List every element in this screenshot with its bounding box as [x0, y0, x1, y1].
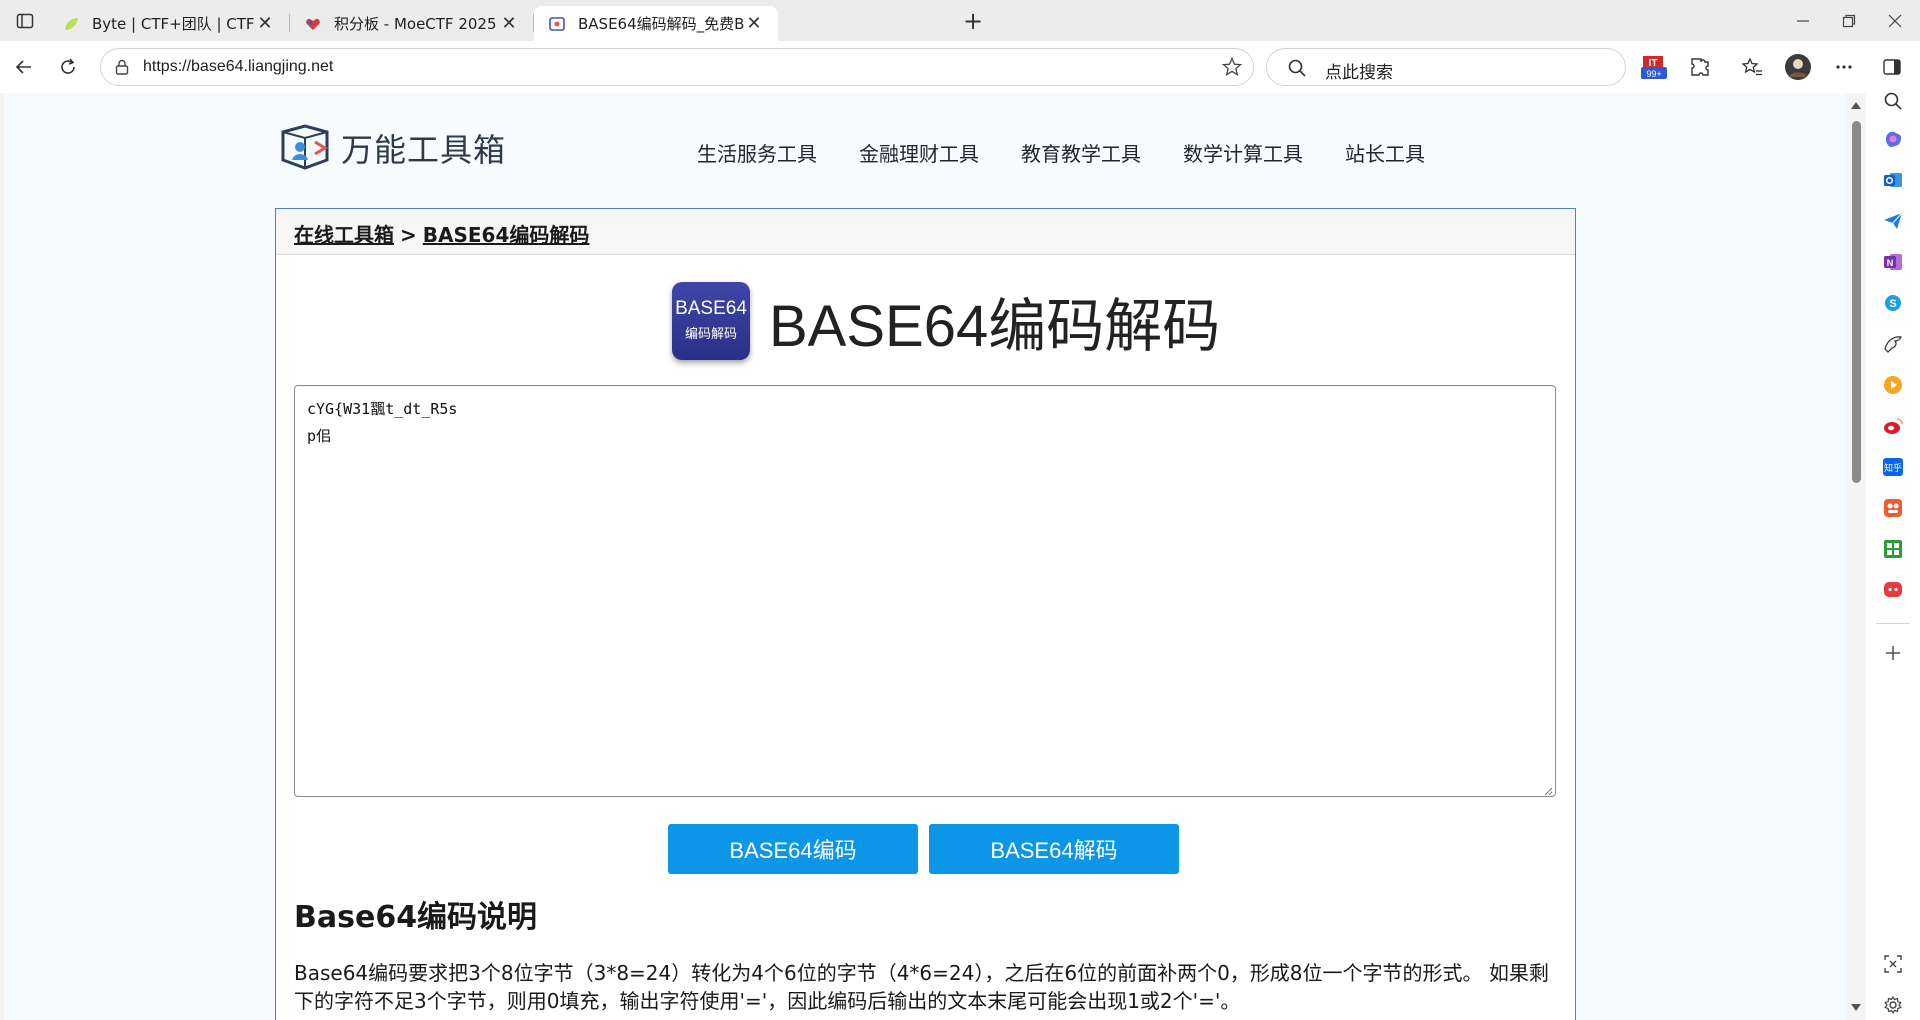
back-button[interactable]: [8, 51, 40, 83]
favorites-icon[interactable]: [1738, 53, 1766, 81]
scrollbar-thumb[interactable]: [1852, 121, 1861, 483]
chat-app-icon[interactable]: [1879, 576, 1907, 604]
address-bar[interactable]: https://base64.liangjing.net: [100, 48, 1254, 86]
refresh-icon: [61, 58, 75, 74]
tab-moectf[interactable]: 积分板 - MoeCTF 2025 ✕: [290, 6, 534, 41]
close-icon[interactable]: ✕: [255, 13, 275, 34]
page-header: BASE64 编码解码 BASE64编码解码: [672, 279, 1220, 363]
nav-math[interactable]: 数学计算工具: [1183, 138, 1303, 167]
it-news-extension-icon[interactable]: IT 99+: [1640, 53, 1668, 81]
eagle-icon[interactable]: [1879, 330, 1907, 358]
add-sidebar-app-icon[interactable]: [1879, 639, 1907, 667]
page-scrollbar[interactable]: [1846, 93, 1866, 1020]
nav-finance[interactable]: 金融理财工具: [859, 138, 979, 167]
url-text: https://base64.liangjing.net: [143, 58, 334, 75]
game-icon[interactable]: [1879, 494, 1907, 522]
section-text: Base64编码要求把3个8位字节（3*8=24）转化为4个6位的字节（4*6=…: [294, 961, 1549, 1013]
minimize-button[interactable]: [1780, 0, 1826, 41]
tab-strip: Byte | CTF+团队 | CTF+ ✕ 积分板 - MoeCTF 2025…: [0, 0, 1920, 41]
site-logo[interactable]: 万能工具箱: [275, 120, 506, 176]
onenote-icon[interactable]: N: [1879, 248, 1907, 276]
new-tab-button[interactable]: +: [958, 6, 988, 36]
tab-byte[interactable]: Byte | CTF+团队 | CTF+ ✕: [48, 6, 290, 41]
breadcrumb-separator: >: [400, 223, 417, 247]
breadcrumb: 在线工具箱 > BASE64编码解码: [276, 209, 1575, 255]
zhihu-icon[interactable]: 知乎: [1879, 453, 1907, 481]
skype-icon[interactable]: S: [1879, 289, 1907, 317]
tab-title: BASE64编码解码_免费Base64在线: [578, 15, 744, 33]
logo-text: 万能工具箱: [341, 131, 507, 169]
breadcrumb-home-link[interactable]: 在线工具箱: [294, 223, 394, 247]
favorite-star-icon[interactable]: [1221, 56, 1243, 78]
profile-avatar[interactable]: [1784, 53, 1812, 81]
badge-line1: BASE64: [675, 298, 747, 319]
refresh-button[interactable]: [52, 51, 84, 83]
restore-button[interactable]: [1826, 0, 1872, 41]
weibo-icon[interactable]: [1879, 412, 1907, 440]
badge-line2: 编码解码: [684, 327, 737, 342]
nav-webmaster[interactable]: 站长工具: [1345, 138, 1425, 167]
base64-badge-icon: BASE64 编码解码: [672, 282, 750, 360]
more-options-icon[interactable]: [1830, 53, 1858, 81]
tab-base64[interactable]: BASE64编码解码_免费Base64在线 ✕: [534, 6, 778, 41]
search-icon: [1288, 59, 1306, 77]
site-nav: 生活服务工具 金融理财工具 教育教学工具 数学计算工具 站长工具: [697, 138, 1467, 167]
outlook-icon[interactable]: [1879, 166, 1907, 194]
arrow-left-icon: [15, 60, 31, 74]
sidebar-search-icon[interactable]: [1879, 87, 1907, 115]
send-icon[interactable]: [1879, 207, 1907, 235]
input-textarea[interactable]: cYG{W31飁t_dt_R5s p佀: [294, 385, 1556, 797]
page-title: BASE64编码解码: [769, 294, 1221, 359]
tab-actions-icon[interactable]: [10, 6, 40, 36]
search-placeholder: 点此搜索: [1325, 63, 1393, 83]
breadcrumb-current-link[interactable]: BASE64编码解码: [423, 223, 590, 247]
grid-app-icon[interactable]: [1879, 535, 1907, 563]
nav-life-services[interactable]: 生活服务工具: [697, 138, 817, 167]
scroll-down-icon[interactable]: [1851, 1004, 1861, 1011]
sidebar-divider: [1876, 623, 1910, 624]
encode-button[interactable]: BASE64编码: [668, 824, 918, 874]
toolbox-icon: [549, 16, 565, 31]
decode-button[interactable]: BASE64解码: [929, 824, 1179, 874]
leaf-icon: [65, 17, 78, 30]
toolbox-logo-icon: [281, 124, 329, 170]
resize-grip-icon[interactable]: [1543, 786, 1553, 796]
nav-education[interactable]: 教育教学工具: [1021, 138, 1141, 167]
tab-title: Byte | CTF+团队 | CTF+: [92, 15, 255, 33]
close-window-button[interactable]: [1872, 0, 1918, 41]
video-icon[interactable]: [1879, 371, 1907, 399]
svg-text:知乎: 知乎: [1884, 462, 1902, 474]
tab-title: 积分板 - MoeCTF 2025: [334, 15, 497, 33]
settings-gear-icon[interactable]: [1879, 991, 1907, 1019]
tool-card: 在线工具箱 > BASE64编码解码 BASE64 编码解码 BASE64编码解码 …: [275, 208, 1576, 1020]
screenshot-icon[interactable]: [1879, 950, 1907, 978]
browser-sidebar: N S 知乎: [1866, 92, 1920, 1020]
scroll-up-icon[interactable]: [1851, 102, 1861, 109]
page-viewport: 万能工具箱 生活服务工具 金融理财工具 教育教学工具 数学计算工具 站长工具 在…: [4, 93, 1846, 1020]
close-icon[interactable]: ✕: [744, 13, 764, 34]
svg-text:S: S: [1889, 298, 1896, 310]
extensions-icon[interactable]: [1686, 53, 1714, 81]
copilot-icon[interactable]: [1879, 125, 1907, 153]
svg-text:N: N: [1887, 258, 1894, 268]
close-icon[interactable]: ✕: [499, 13, 519, 34]
action-buttons: BASE64编码 BASE64解码: [668, 824, 1190, 874]
heart-icon: [306, 18, 320, 30]
sidebar-toggle-icon[interactable]: [1878, 53, 1906, 81]
search-box[interactable]: 点此搜索: [1266, 48, 1626, 86]
browser-toolbar: https://base64.liangjing.net 点此搜索 IT 99+: [0, 41, 1920, 93]
notification-badge: 99+: [1646, 69, 1661, 79]
section-title: Base64编码说明: [294, 900, 538, 935]
lock-icon: [115, 59, 129, 75]
